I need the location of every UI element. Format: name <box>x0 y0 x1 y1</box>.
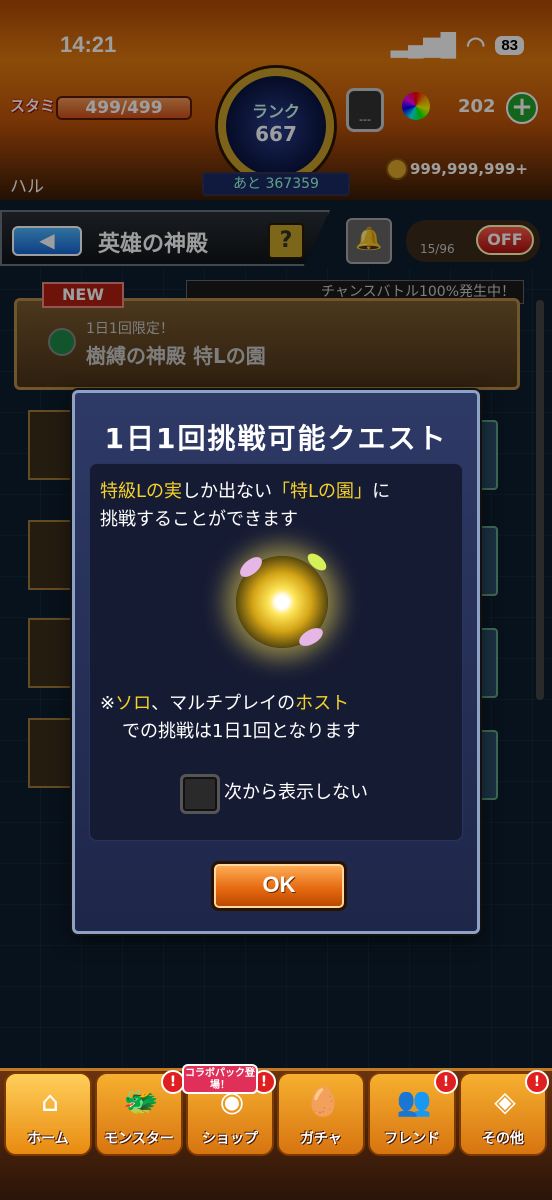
nav-gacha[interactable]: 🥚 ガチャ <box>277 1072 365 1156</box>
note-prefix: ※ <box>100 693 116 714</box>
ok-button[interactable]: OK <box>211 861 347 911</box>
highlight-solo: ソロ <box>115 693 152 714</box>
home-icon: ⌂ <box>41 1085 59 1118</box>
note-text: 、マルチプレイの <box>151 693 296 714</box>
message-text: しか出ない <box>182 481 273 502</box>
nav-label: ホーム <box>27 1131 69 1147</box>
friend-icon: 👥 <box>396 1085 432 1118</box>
dont-show-again-checkbox[interactable] <box>180 774 220 814</box>
highlight-quest: 「特Lの園」 <box>272 481 373 502</box>
highlight-host: ホスト <box>295 693 350 714</box>
gacha-icon: 🥚 <box>305 1085 341 1118</box>
nav-label: フレンド <box>384 1131 440 1147</box>
nav-label: モンスター <box>104 1131 174 1147</box>
nav-label: ガチャ <box>300 1131 342 1147</box>
other-icon: ◈ <box>494 1085 516 1118</box>
highlight-fruit: 特級Lの実 <box>100 481 183 502</box>
alert-badge: ! <box>434 1070 458 1094</box>
dialog-body: 特級Lの実しか出ない「特Lの園」に 挑戦することができます ※ソロ、マルチプレイ… <box>89 463 463 841</box>
alert-badge: ! <box>525 1070 549 1094</box>
message-text: に <box>372 481 391 502</box>
dialog-note: ※ソロ、マルチプレイのホスト <box>100 690 349 718</box>
dialog-note-line2: での挑戦は1日1回となります <box>122 721 361 742</box>
nav-friend[interactable]: 👥 フレンド ! <box>368 1070 458 1156</box>
monster-icon: 🐲 <box>123 1085 159 1118</box>
dialog-title: 1日1回挑戦可能クエスト <box>104 422 448 455</box>
collab-pack-badge: コラボパック登場！ <box>182 1064 258 1094</box>
nav-other[interactable]: ◈ その他 ! <box>459 1070 549 1156</box>
nav-label: その他 <box>482 1131 524 1147</box>
quest-info-dialog: 1日1回挑戦可能クエスト 特級Lの実しか出ない「特Lの園」に 挑戦することができ… <box>72 390 480 934</box>
nav-label: ショップ <box>202 1131 258 1147</box>
nav-monster[interactable]: 🐲 モンスター ! <box>95 1070 185 1156</box>
message-text: 挑戦することができます <box>100 509 298 530</box>
dont-show-again-label[interactable]: 次から表示しない <box>224 778 368 804</box>
dialog-message: 特級Lの実しか出ない「特Lの園」に 挑戦することができます <box>100 478 460 534</box>
nav-home[interactable]: ⌂ ホーム <box>4 1072 92 1156</box>
